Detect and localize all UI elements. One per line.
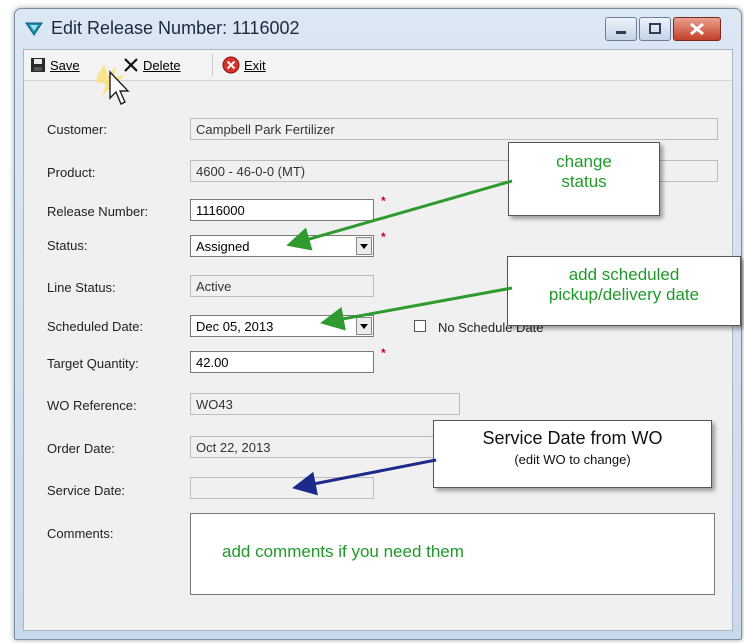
delete-x-icon [124,58,138,72]
customer-label: Customer: [47,122,107,137]
scheduled-date-value: Dec 05, 2013 [196,319,274,334]
line-status-label: Line Status: [47,280,116,295]
line-status-field: Active [190,275,374,297]
scheduled-date-label: Scheduled Date: [47,319,144,334]
status-select[interactable]: Assigned [190,235,374,257]
target-quantity-input[interactable]: 42.00 [190,351,374,373]
scheduled-date-dropdown-button[interactable] [356,317,372,335]
close-icon [690,22,704,36]
chevron-down-icon [360,244,368,249]
change-status-text: change status [556,152,612,191]
save-button[interactable]: Save [30,54,80,76]
customer-field: Campbell Park Fertilizer [190,118,718,140]
maximize-icon [649,23,661,34]
scheduled-date-callout-text: add scheduled pickup/delivery date [548,265,700,304]
service-date-callout-title: Service Date from WO [482,428,663,448]
order-date-label: Order Date: [47,441,115,456]
close-button[interactable] [673,17,721,41]
order-date-field: Oct 22, 2013 [190,436,460,458]
product-label: Product: [47,165,96,180]
comments-text: add comments if you need them [222,542,464,561]
status-label: Status: [47,238,88,253]
required-marker: * [381,346,386,360]
chevron-down-icon [360,324,368,329]
floppy-disk-icon [31,58,45,72]
service-date-callout: Service Date from WO (edit WO to change) [433,420,712,488]
exit-icon [222,56,240,74]
service-date-field [190,477,374,499]
service-date-callout-subtitle: (edit WO to change) [514,452,631,467]
window-title: Edit Release Number: 1116002 [51,18,300,38]
target-quantity-label: Target Quantity: [47,356,139,371]
release-number-label: Release Number: [47,204,149,219]
wo-reference-label: WO Reference: [47,398,137,413]
status-dropdown-button[interactable] [356,237,372,255]
exit-button[interactable]: Exit [222,54,266,76]
title-bar[interactable]: Edit Release Number: 1116002 [15,9,741,49]
save-label: Save [50,57,80,73]
change-status-callout: change status [508,142,660,216]
toolbar-separator [212,54,213,76]
status-value: Assigned [196,239,250,254]
delete-button[interactable]: Delete [123,54,181,76]
scheduled-date-callout: add scheduled pickup/delivery date [507,256,741,326]
wo-reference-field: WO43 [190,393,460,415]
maximize-button[interactable] [639,17,671,41]
required-marker: * [381,194,386,208]
required-marker: * [381,230,386,244]
app-triangle-icon [25,22,43,36]
no-schedule-date-checkbox[interactable] [414,320,426,332]
release-number-input[interactable]: 1116000 [190,199,374,221]
comments-label: Comments: [47,526,114,541]
toolbar: Save Delete Exit [24,50,732,81]
delete-label: Delete [143,57,181,73]
service-date-label: Service Date: [47,483,126,498]
scheduled-date-picker[interactable]: Dec 05, 2013 [190,315,374,337]
minimize-icon [616,31,626,34]
minimize-button[interactable] [605,17,637,41]
exit-label: Exit [244,57,266,73]
